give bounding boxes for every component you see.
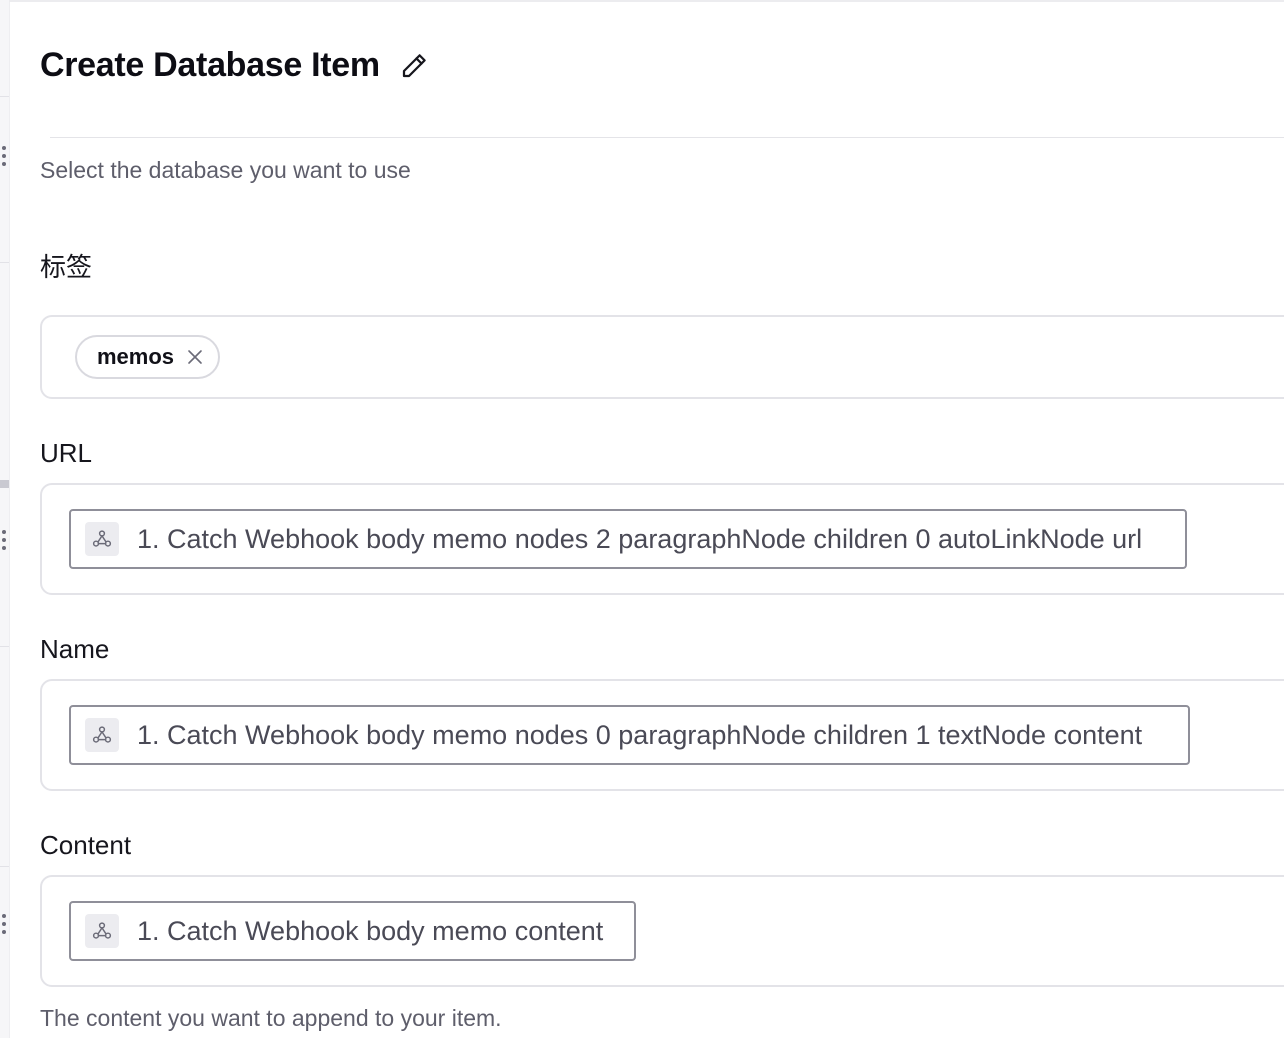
top-border: [9, 0, 1284, 2]
gutter-divider: [0, 96, 9, 97]
gutter-divider: [0, 646, 9, 647]
tag-chip[interactable]: memos: [75, 335, 221, 379]
webhook-icon: [85, 914, 119, 948]
variable-token-text: 1. Catch Webhook body memo nodes 2 parag…: [137, 523, 1143, 554]
header-divider: [50, 137, 1284, 138]
step-editor-panel: Create Database Item Select the database…: [0, 0, 1284, 1038]
variable-token-text: 1. Catch Webhook body memo content: [137, 915, 604, 946]
tags-field-label: 标签: [40, 252, 93, 282]
url-field-label: URL: [40, 438, 93, 468]
content-field[interactable]: 1. Catch Webhook body memo content: [40, 875, 1284, 987]
header: Create Database Item: [40, 46, 430, 85]
close-icon[interactable]: [186, 348, 204, 366]
variable-token[interactable]: 1. Catch Webhook body memo nodes 2 parag…: [69, 509, 1187, 569]
url-field[interactable]: 1. Catch Webhook body memo nodes 2 parag…: [40, 483, 1284, 595]
tag-chip-label: memos: [97, 344, 175, 369]
webhook-icon: [85, 522, 119, 556]
gutter-marker: [0, 480, 9, 488]
pencil-icon[interactable]: [398, 50, 430, 82]
content-help-text: The content you want to append to your i…: [40, 1005, 502, 1031]
variable-token[interactable]: 1. Catch Webhook body memo content: [69, 901, 636, 961]
tags-field[interactable]: memos: [40, 315, 1284, 399]
name-field[interactable]: 1. Catch Webhook body memo nodes 0 parag…: [40, 679, 1284, 791]
content-field-label: Content: [40, 830, 132, 860]
gutter-divider: [0, 866, 9, 867]
drag-handle-icon[interactable]: [2, 146, 7, 170]
drag-handle-icon[interactable]: [2, 914, 7, 938]
database-help-text: Select the database you want to use: [40, 157, 411, 183]
drag-handle-icon[interactable]: [2, 530, 7, 554]
variable-token[interactable]: 1. Catch Webhook body memo nodes 0 parag…: [69, 705, 1190, 765]
variable-token-text: 1. Catch Webhook body memo nodes 0 parag…: [137, 719, 1143, 750]
webhook-icon: [85, 718, 119, 752]
left-gutter: [0, 0, 10, 1038]
name-field-label: Name: [40, 634, 110, 664]
page-title: Create Database Item: [40, 46, 380, 84]
gutter-divider: [0, 262, 9, 263]
